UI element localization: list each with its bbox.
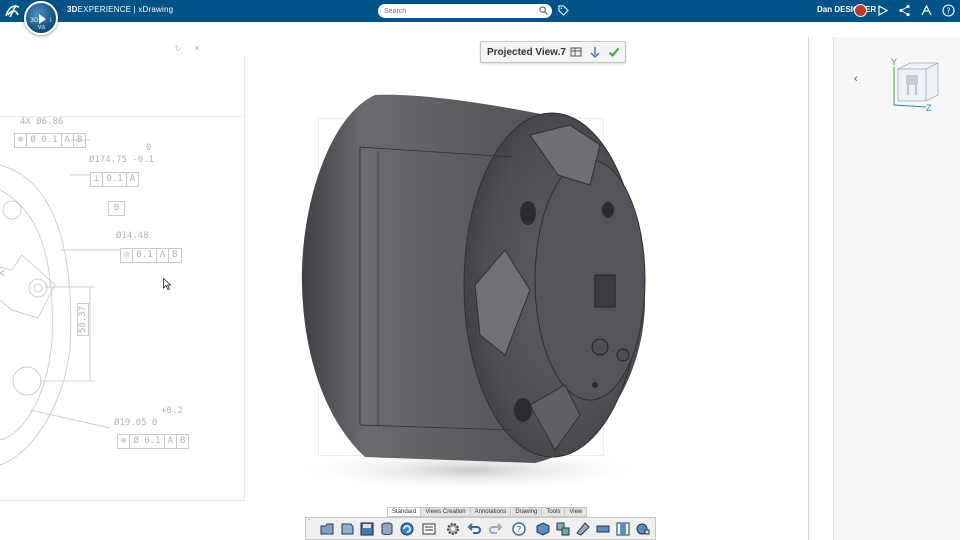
top-bar: 3DEXPERIENCE | xDrawing Dan DESIGNER ? (0, 0, 960, 22)
collapse-panel-icon[interactable]: ‹ (854, 73, 858, 85)
section-tool-icon[interactable] (575, 521, 591, 537)
compass-play-icon[interactable] (39, 14, 46, 24)
position-tolerance-frame-1: ⊕ Ø 0.1 A B (14, 133, 87, 148)
redo-icon[interactable] (487, 521, 503, 537)
share-play-icon[interactable] (876, 4, 889, 17)
fcf1-value: Ø 0.1 (27, 134, 62, 147)
compass-3d-quadrant[interactable]: 3D (30, 17, 38, 24)
brand-3d: 3D (67, 5, 78, 14)
view-cube-tool-icon[interactable] (535, 521, 551, 537)
undo-icon[interactable] (467, 521, 483, 537)
axis-y-label: Y (891, 57, 897, 67)
pin-dim-label: Ø19.05 0 (114, 418, 158, 428)
search-input[interactable] (384, 5, 534, 17)
view-anchor-icon[interactable] (589, 46, 601, 58)
app-name: xDrawing (138, 5, 174, 14)
tag-icon[interactable] (558, 5, 569, 16)
fcf3-datum-a: A (157, 249, 170, 262)
sheet-refresh-icon[interactable]: ↻ (172, 43, 184, 55)
fcf4-symbol: ⊕ (118, 435, 131, 448)
small-hole (592, 382, 598, 388)
help-circle-icon[interactable]: ? (511, 521, 527, 537)
tab-views-creation[interactable]: Views Creation (421, 508, 471, 516)
tol-upper-label: 0 (146, 143, 152, 153)
right-side-panel: ‹ Y Z (833, 37, 960, 540)
fcf4-datum-a: A (165, 435, 177, 448)
svg-text:?: ? (517, 526, 522, 536)
fcf3-value: 0.1 (133, 249, 157, 262)
search-box[interactable] (378, 4, 552, 18)
tab-annotations[interactable]: Annotations (471, 508, 512, 516)
bore-dim-label: Ø14.48 (116, 231, 149, 241)
3d-part-model[interactable] (290, 85, 660, 505)
slot (594, 274, 616, 308)
tab-drawing[interactable]: Drawing (511, 508, 543, 516)
fcf2-datum-a: A (129, 174, 136, 184)
datum-b-label: B (113, 203, 120, 213)
search-icon[interactable] (539, 6, 548, 15)
projected-view-label: Projected View.7 (487, 47, 566, 58)
brand-experience: EXPERIENCE (77, 5, 132, 14)
save-icon[interactable] (359, 521, 375, 537)
save-as-icon[interactable] (339, 521, 355, 537)
render-tool-icon[interactable] (635, 521, 651, 537)
share-icon[interactable] (898, 4, 911, 17)
compass-widget[interactable]: 3D i V.6 (24, 1, 58, 35)
refresh-icon[interactable] (399, 521, 415, 537)
position-tolerance-frame-2: ⊕ Ø 0.1 A B (117, 434, 190, 449)
diameter-dim-label: Ø174.75 -0.1 (89, 155, 155, 165)
fcf2-symbol: ⊥ (91, 173, 104, 186)
view-cube-icon[interactable]: Y Z (888, 57, 944, 113)
fcf1-symbol: ⊕ (15, 134, 28, 147)
vertical-dim-label: 58.37 (77, 302, 89, 336)
tab-standard[interactable]: Standard (388, 508, 422, 516)
sheet-icon[interactable] (421, 521, 437, 537)
boss-2 (616, 348, 630, 362)
app-title: 3DEXPERIENCE | xDrawing (67, 5, 173, 14)
hole-1 (520, 201, 536, 225)
settings-gear-icon[interactable] (445, 521, 461, 537)
tab-view[interactable]: View (565, 508, 586, 516)
fcf4-value: Ø 0.1 (130, 435, 165, 448)
ds-logo-icon[interactable] (4, 3, 22, 19)
axis-z-label: Z (926, 103, 932, 113)
projected-view-panel[interactable]: Projected View.7 (480, 41, 626, 63)
detail-tool-icon[interactable] (595, 521, 611, 537)
fcf2-value: 0.1 (103, 173, 127, 186)
user-avatar[interactable] (854, 4, 867, 17)
canvas-divider (808, 37, 809, 540)
view-properties-icon[interactable] (570, 46, 582, 58)
fcf1-datum-a: A (62, 134, 74, 147)
datum-b-box: B (108, 201, 125, 216)
perpendicularity-frame: ⊥ 0.1 A (90, 172, 140, 187)
fcf3-symbol: ◎ (121, 249, 134, 262)
user-name[interactable]: Dan DESIGNER (817, 5, 876, 14)
help-icon[interactable]: ? (942, 4, 955, 17)
boss-1 (591, 338, 609, 356)
hole-dim-label: 4X Ø6.86 (20, 117, 64, 127)
action-bar: ˇ ? (305, 517, 656, 540)
tab-tools[interactable]: Tools (542, 508, 566, 516)
front-plate (534, 159, 646, 401)
fcf3-datum-b: B (172, 250, 178, 260)
frame-tool-icon[interactable] (615, 521, 631, 537)
views-tool-icon[interactable] (555, 521, 571, 537)
compass-apps-icon[interactable] (920, 4, 933, 17)
concentricity-frame: ◎ 0.1 A B (120, 248, 182, 263)
svg-text:?: ? (946, 7, 950, 16)
hole-3 (514, 398, 532, 422)
sheet-close-icon[interactable]: ✕ (191, 43, 203, 55)
fcf4-datum-b: B (179, 436, 186, 446)
tol-plus-label: +0.2 (161, 406, 183, 416)
accept-check-icon[interactable] (608, 46, 620, 58)
hole-2 (602, 202, 614, 218)
open-icon[interactable] (319, 521, 335, 537)
toolbar-tabs: Standard Views Creation Annotations Draw… (387, 507, 588, 517)
compass-i-quadrant[interactable]: i (50, 17, 52, 24)
fcf1-datum-b: B (76, 135, 83, 145)
toolbar-expand-icon[interactable]: ˇ (308, 520, 310, 526)
database-icon[interactable] (379, 521, 395, 537)
mouse-cursor-icon (163, 278, 171, 290)
compass-version: V.6 (38, 25, 46, 31)
